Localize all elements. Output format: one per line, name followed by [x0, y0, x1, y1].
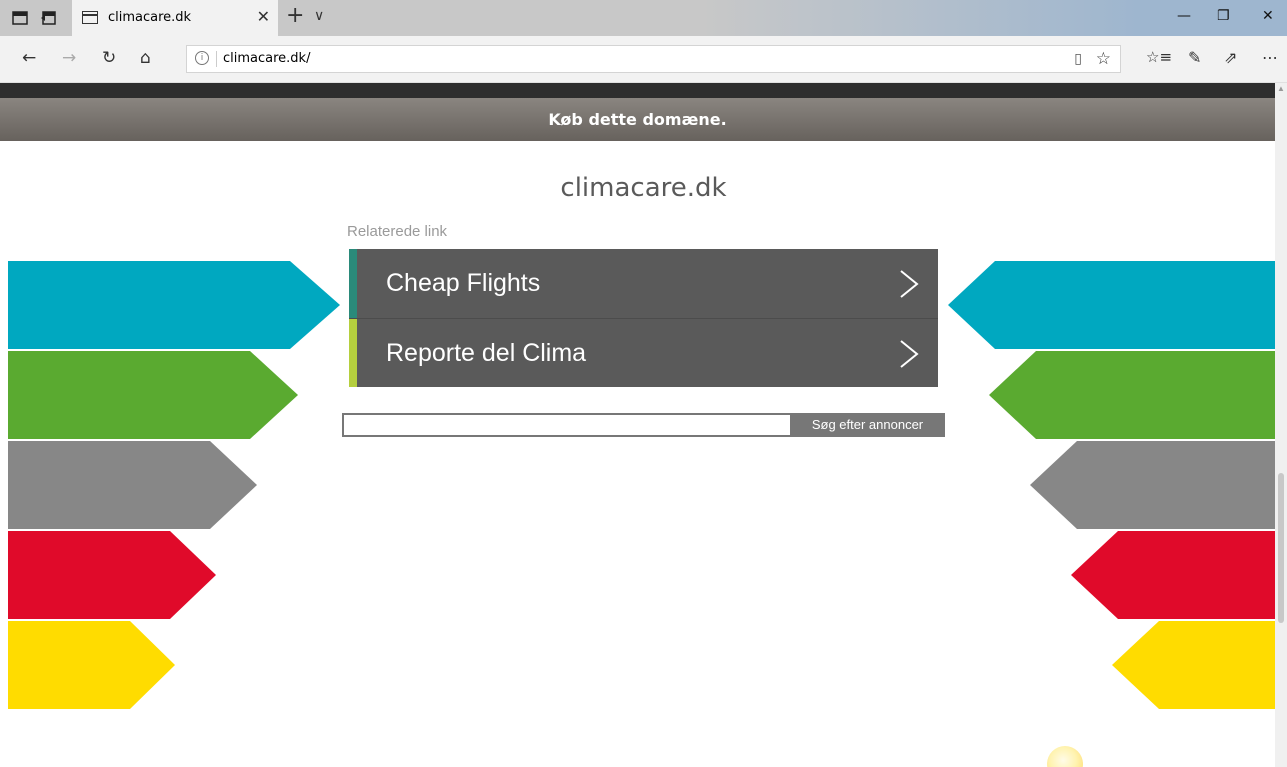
scroll-up-icon[interactable]: ▲ — [1277, 84, 1285, 93]
tab-bar-fill — [700, 0, 1140, 36]
related-links-label: Relaterede link — [347, 223, 448, 240]
url-text[interactable]: climacare.dk/ — [223, 51, 310, 66]
restore-tabs-icon[interactable] — [38, 8, 58, 28]
address-bar: ← → ↻ ⌂ i climacare.dk/ ▯ ☆ ☆≡ ✎ ⇗ ⋯ — [0, 36, 1287, 83]
favorites-list-icon[interactable]: ☆≡ — [1146, 50, 1172, 65]
tab-title: climacare.dk — [108, 10, 192, 25]
tabs-aside-icon[interactable] — [10, 8, 30, 28]
info-icon[interactable]: i — [195, 51, 209, 65]
link-accent-bar — [349, 249, 357, 318]
right-arrow-gray — [1030, 441, 1275, 529]
buy-domain-link[interactable]: Køb dette domæne. — [548, 110, 726, 129]
web-page: Køb dette domæne. climacare.dk Relatered… — [0, 83, 1275, 767]
url-divider — [216, 51, 217, 67]
new-tab-icon[interactable]: + — [286, 5, 304, 27]
related-links-list: Cheap Flights Reporte del Clima — [349, 249, 938, 387]
ad-search-input[interactable] — [342, 413, 792, 437]
top-strip — [0, 83, 1275, 98]
link-label[interactable]: Reporte del Clima — [386, 319, 586, 388]
close-tab-icon[interactable]: ✕ — [257, 7, 270, 26]
chevron-right-icon — [900, 270, 919, 298]
left-arrow-yellow — [8, 621, 175, 709]
browser-tab[interactable]: climacare.dk ✕ — [72, 0, 278, 36]
more-icon[interactable]: ⋯ — [1262, 50, 1278, 66]
right-arrow-green — [989, 351, 1275, 439]
domain-title: climacare.dk — [560, 173, 727, 203]
scroll-thumb[interactable] — [1278, 473, 1284, 623]
minimize-icon[interactable]: — — [1177, 8, 1191, 24]
left-arrow-red — [8, 531, 216, 619]
tab-preview-chevron-icon[interactable]: ∨ — [314, 8, 324, 24]
link-label[interactable]: Cheap Flights — [386, 249, 540, 318]
related-link-reporte-del-clima[interactable]: Reporte del Clima — [349, 318, 938, 387]
link-accent-bar — [349, 319, 357, 387]
reading-view-icon[interactable]: ▯ — [1074, 51, 1082, 67]
forward-icon[interactable]: → — [62, 50, 76, 67]
close-icon[interactable]: ✕ — [1262, 8, 1274, 24]
related-link-cheap-flights[interactable]: Cheap Flights — [349, 249, 938, 318]
back-icon[interactable]: ← — [22, 50, 36, 67]
buy-domain-banner[interactable]: Køb dette domæne. — [0, 98, 1275, 141]
left-arrow-cyan — [8, 261, 340, 349]
page-icon — [82, 11, 98, 24]
glow-dot — [1047, 746, 1083, 767]
vertical-scrollbar[interactable]: ▲ — [1275, 83, 1287, 767]
home-icon[interactable]: ⌂ — [140, 50, 151, 67]
refresh-icon[interactable]: ↻ — [102, 50, 116, 67]
url-field[interactable]: i climacare.dk/ ▯ ☆ — [186, 45, 1121, 73]
favorite-star-icon[interactable]: ☆ — [1096, 49, 1111, 69]
left-arrow-gray — [8, 441, 257, 529]
chevron-right-icon — [900, 340, 919, 368]
right-arrow-yellow — [1112, 621, 1275, 709]
share-icon[interactable]: ⇗ — [1224, 50, 1237, 66]
ad-search-form: Søg efter annoncer — [342, 413, 945, 437]
restore-icon[interactable]: ❐ — [1217, 8, 1230, 24]
right-arrow-red — [1071, 531, 1275, 619]
pen-icon[interactable]: ✎ — [1188, 50, 1201, 66]
ad-search-button[interactable]: Søg efter annoncer — [790, 413, 945, 437]
right-arrow-cyan — [948, 261, 1275, 349]
tab-bar: climacare.dk ✕ + ∨ — ❐ ✕ — [0, 0, 1287, 36]
left-arrow-green — [8, 351, 298, 439]
